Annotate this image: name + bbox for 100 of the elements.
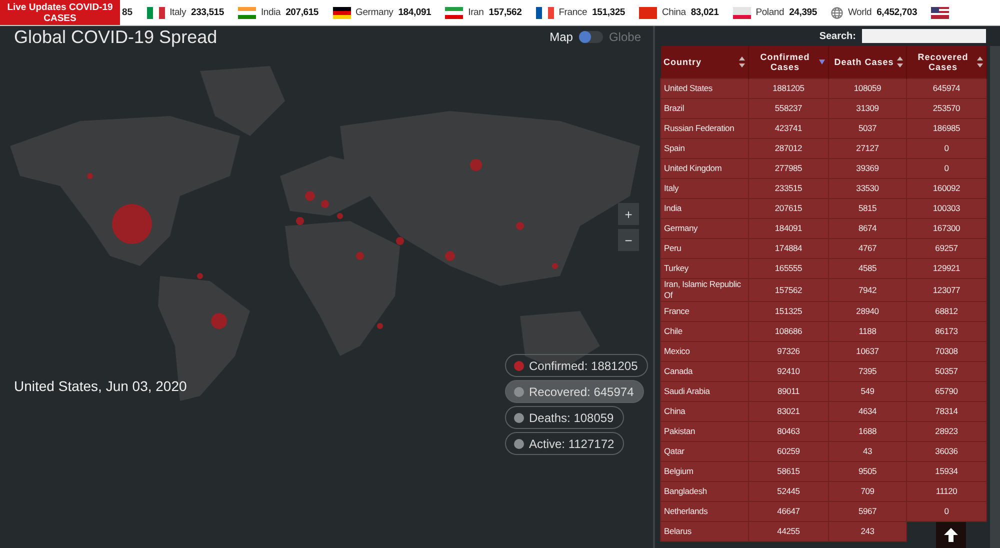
up-arrow-icon [944, 528, 958, 542]
table-cell: 5815 [828, 198, 906, 218]
country-name: Iran [468, 7, 484, 18]
table-cell: Netherlands [660, 502, 748, 522]
table-cell: 83021 [748, 402, 828, 422]
table-cell: 287012 [748, 138, 828, 158]
legend-toggle[interactable]: Recovered: 645974 [505, 380, 644, 403]
table-cell: 549 [828, 382, 906, 402]
table-cell: 709 [828, 482, 906, 502]
table-cell: Pakistan [660, 422, 748, 442]
table-cell: 123077 [906, 278, 986, 302]
zoom-in-button[interactable]: + [618, 203, 639, 225]
table-cell: 44255 [748, 522, 828, 542]
table-cell: 46647 [748, 502, 828, 522]
table-cell: 89011 [748, 382, 828, 402]
table-cell: 157562 [748, 278, 828, 302]
sort-icon [897, 56, 903, 68]
table-cell: 80463 [748, 422, 828, 442]
flag-icon [238, 6, 256, 18]
table-cell: 78314 [906, 402, 986, 422]
table-cell: 68812 [906, 302, 986, 322]
country-name: France [558, 7, 588, 18]
table-cell: 33530 [828, 178, 906, 198]
table-cell: 28940 [828, 302, 906, 322]
table-cell: 1881205 [748, 78, 828, 98]
flag-icon [732, 6, 751, 18]
legend-toggle[interactable]: Deaths: 108059 [505, 406, 624, 429]
globe-icon [830, 6, 843, 18]
table-cell: Chile [660, 322, 748, 342]
table-cell: 86173 [906, 322, 986, 342]
table-cell: 5967 [828, 502, 906, 522]
table-cell: 43 [828, 442, 906, 462]
table-cell: 60259 [748, 442, 828, 462]
table-cell: 4634 [828, 402, 906, 422]
case-count: 6,452,703 [876, 7, 918, 18]
table-cell: 8674 [828, 218, 906, 238]
table-cell: Peru [660, 238, 748, 258]
country-name: Italy [170, 7, 186, 18]
sort-descending-icon [819, 60, 825, 64]
column-header[interactable]: Confirmed Cases [748, 46, 828, 78]
flag-icon [445, 6, 464, 18]
table-cell: 253570 [906, 98, 986, 118]
table-cell: Italy [660, 178, 748, 198]
case-count: 233,515 [191, 7, 224, 18]
search-label: Search: [819, 30, 856, 42]
table-cell: 5037 [828, 118, 906, 138]
table-cell: France [660, 302, 748, 322]
scroll-to-top-button[interactable] [936, 522, 966, 548]
table-cell: 423741 [748, 118, 828, 138]
table-cell: 39369 [828, 158, 906, 178]
legend-toggle[interactable]: Confirmed: 1881205 [505, 354, 648, 377]
table-cell: 184091 [748, 218, 828, 238]
table-cell: Belgium [660, 462, 748, 482]
table-cell: Russian Federation [660, 118, 748, 138]
scrollbar[interactable] [990, 46, 1000, 548]
table-cell: 160092 [906, 178, 986, 198]
country-name: Germany [356, 7, 394, 18]
table-cell: 645974 [906, 78, 986, 98]
table-cell: 70308 [906, 342, 986, 362]
country-name: India [260, 7, 281, 18]
table-cell: 100303 [906, 198, 986, 218]
table-cell: 58615 [748, 462, 828, 482]
table-cell: 108686 [748, 322, 828, 342]
table-cell: Belarus [660, 522, 748, 542]
map-option[interactable]: Map [550, 30, 573, 44]
column-header[interactable]: Death Cases [828, 46, 906, 78]
search-field[interactable] [862, 29, 986, 43]
table-cell: 1688 [828, 422, 906, 442]
table-cell: Germany [660, 218, 748, 238]
sort-icon [739, 56, 745, 68]
table-cell: United States [660, 78, 748, 98]
table-cell: 7942 [828, 278, 906, 302]
table-cell: 1188 [828, 322, 906, 342]
table-cell: 233515 [748, 178, 828, 198]
table-cell: 31309 [828, 98, 906, 118]
table-cell: Spain [660, 138, 748, 158]
zoom-out-button[interactable]: − [618, 229, 639, 251]
case-count: 83,021 [690, 7, 719, 18]
table-cell: Iran, Islamic Republic Of [660, 278, 748, 302]
column-header[interactable]: Country [660, 46, 748, 78]
country-name: World [848, 7, 872, 18]
table-cell: 207615 [748, 198, 828, 218]
table-cell: United Kingdom [660, 158, 748, 178]
table-cell: Qatar [660, 442, 748, 462]
table-cell: 65790 [906, 382, 986, 402]
table-cell: 9505 [828, 462, 906, 482]
column-header[interactable]: Recovered Cases [906, 46, 986, 78]
table-cell: 4585 [828, 258, 906, 278]
map-caption: United States, Jun 03, 2020 [14, 378, 187, 394]
table-cell: 151325 [748, 302, 828, 322]
case-count: 207,615 [286, 7, 319, 18]
country-name: Poland [756, 7, 784, 18]
table-cell: 0 [906, 138, 986, 158]
table-cell: 174884 [748, 238, 828, 258]
table-cell: 558237 [748, 98, 828, 118]
legend-toggle[interactable]: Active: 1127172 [505, 432, 624, 455]
table-cell: 7395 [828, 362, 906, 382]
table-cell: 15934 [906, 462, 986, 482]
table-cell: 92410 [748, 362, 828, 382]
flag-icon [146, 6, 165, 18]
